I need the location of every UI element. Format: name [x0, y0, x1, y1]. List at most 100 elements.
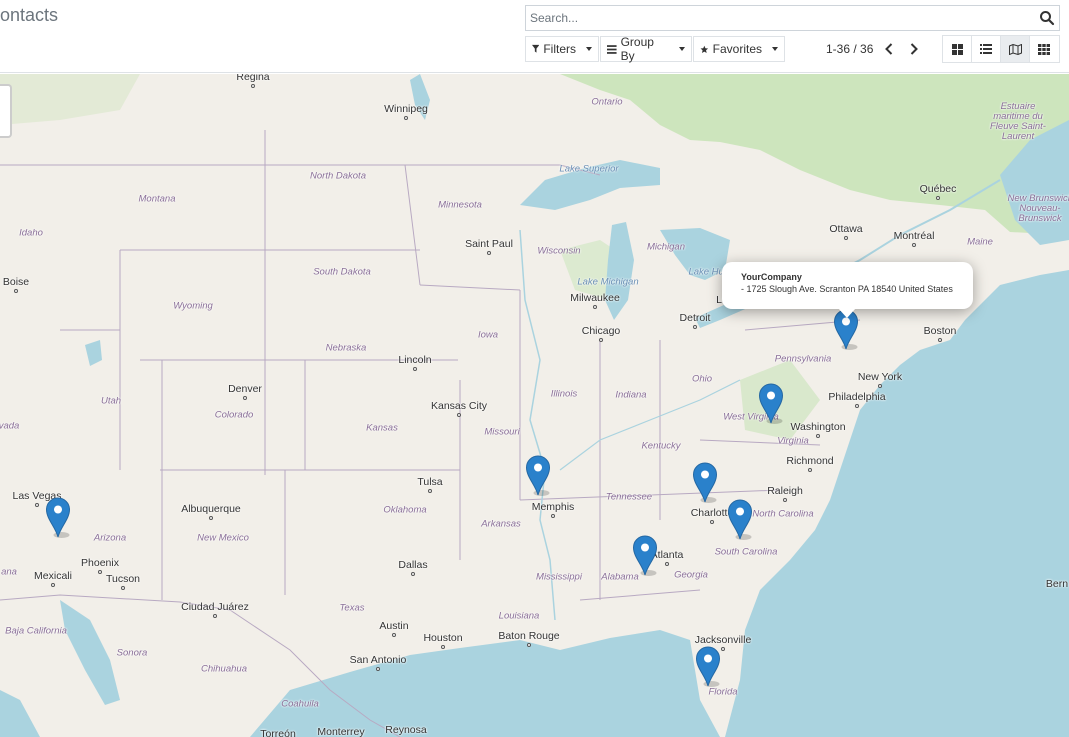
- region-label: vada: [0, 420, 20, 432]
- city-label: Saint Paul: [465, 238, 513, 250]
- list-view-button[interactable]: [972, 36, 1001, 62]
- city-label: Ottawa: [829, 223, 863, 235]
- city-dot: [693, 325, 697, 329]
- region-label: Montana: [138, 193, 176, 205]
- city-label: Regina: [236, 74, 270, 83]
- region-label: Virginia: [777, 435, 809, 447]
- search-box: [525, 5, 1060, 31]
- region-label: Wyoming: [173, 300, 213, 312]
- kanban-view-button[interactable]: [943, 36, 972, 62]
- city-label: Philadelphia: [828, 391, 886, 403]
- city-label: Reynosa: [385, 724, 427, 736]
- map-view-button[interactable]: [1001, 36, 1030, 62]
- map-marker-pin[interactable]: [45, 497, 71, 538]
- map-marker-pin[interactable]: [525, 455, 551, 496]
- favorites-label: Favorites: [712, 42, 762, 56]
- filters-button[interactable]: Filters: [525, 36, 599, 62]
- city-dot: [392, 633, 396, 637]
- city-label: Memphis: [531, 501, 575, 513]
- city-dot: [98, 570, 102, 574]
- city-label: Austin: [379, 620, 409, 632]
- city-dot: [209, 516, 213, 520]
- region-label: Michigan: [646, 241, 686, 253]
- city-label: Denver: [228, 383, 262, 395]
- caret-down-icon: [586, 47, 592, 51]
- city-label: Bern: [1045, 578, 1069, 590]
- region-label: Ohio: [691, 373, 713, 385]
- city-label: Dallas: [398, 559, 428, 571]
- city-label: Chicago: [581, 325, 621, 337]
- list-icon: [980, 44, 992, 54]
- control-panel: ontacts Filters Group By Favorites 1-36 …: [0, 0, 1069, 73]
- city-dot: [878, 384, 882, 388]
- map-marker-pin[interactable]: [632, 535, 658, 576]
- region-label: Missouri: [484, 426, 520, 438]
- city-dot: [457, 413, 461, 417]
- search-input[interactable]: [526, 6, 1031, 30]
- star-icon: [700, 45, 709, 53]
- map-popup[interactable]: YourCompany - 1725 Slough Ave. Scranton …: [722, 262, 973, 318]
- region-label: Minnesota: [438, 199, 482, 211]
- pager-next-button[interactable]: [904, 40, 924, 58]
- favorites-button[interactable]: Favorites: [693, 36, 785, 62]
- ohio-river: [559, 379, 741, 471]
- region-label: Pennsylvania: [774, 353, 832, 365]
- city-label: Detroit: [679, 312, 711, 324]
- city-dot: [936, 196, 940, 200]
- region-label: Estuaire maritime du Fleuve Saint-Lauren…: [990, 101, 1046, 142]
- region-label: Baja California: [5, 625, 67, 637]
- map-marker-pin[interactable]: [695, 646, 721, 687]
- region-label: Wisconsin: [537, 245, 581, 257]
- pager-previous-button[interactable]: [879, 40, 899, 58]
- popup-address: - 1725 Slough Ave. Scranton PA 18540 Uni…: [741, 284, 953, 294]
- region-label: Tennessee: [605, 491, 653, 503]
- city-dot: [441, 645, 445, 649]
- breadcrumb[interactable]: ontacts: [0, 5, 200, 26]
- city-label: Québec: [919, 183, 957, 195]
- city-dot: [527, 643, 531, 647]
- mississippi-river: [519, 229, 556, 621]
- map-marker-pin[interactable]: [727, 499, 753, 540]
- search-icon[interactable]: [1039, 10, 1055, 26]
- filter-icon: [532, 44, 540, 53]
- city-label: Milwaukee: [570, 292, 620, 304]
- city-dot: [376, 667, 380, 671]
- region-label: North Dakota: [310, 170, 366, 182]
- zoom-control[interactable]: [0, 84, 12, 138]
- pager-value[interactable]: 1-36 / 36: [826, 42, 873, 56]
- grid-view-button[interactable]: [1030, 36, 1059, 62]
- city-label: Richmond: [786, 455, 834, 467]
- city-label: Mexicali: [34, 570, 72, 582]
- city-label: Monterrey: [317, 726, 365, 737]
- region-label: South Dakota: [313, 266, 371, 278]
- city-label: Tulsa: [417, 476, 443, 488]
- city-dot: [665, 562, 669, 566]
- region-label: Nebraska: [325, 342, 367, 354]
- region-label: Utah: [100, 395, 122, 407]
- region-label: Ontario: [591, 96, 623, 108]
- atlantic-ocean: [725, 270, 1069, 737]
- city-label: Houston: [423, 632, 463, 644]
- region-label: Louisiana: [498, 610, 540, 622]
- group-by-button[interactable]: Group By: [600, 35, 692, 63]
- city-dot: [487, 251, 491, 255]
- city-label: San Antonio: [349, 654, 407, 666]
- great-salt-lake: [85, 340, 102, 366]
- region-label: Colorado: [214, 409, 254, 421]
- region-label: New Brunswick Nouveau-Brunswick: [1007, 193, 1069, 224]
- city-label: Winnipeg: [384, 103, 428, 115]
- city-dot: [35, 503, 39, 507]
- map-marker-pin[interactable]: [758, 383, 784, 424]
- region-label: Georgia: [674, 569, 708, 581]
- city-label: Albuquerque: [181, 503, 241, 515]
- gulf-of-mexico: [250, 630, 720, 737]
- map-marker-pin[interactable]: [692, 462, 718, 503]
- water-label: Lake Michigan: [577, 276, 639, 288]
- map-view[interactable]: Regina Winnipeg Québec Ottawa Montréal Saint …: [0, 74, 1069, 737]
- popup-title: YourCompany: [741, 272, 802, 282]
- city-dot: [816, 434, 820, 438]
- caret-down-icon: [679, 47, 685, 51]
- region-label: Oklahoma: [383, 504, 427, 516]
- region-label: ana: [1, 566, 17, 578]
- city-label: Jacksonville: [694, 634, 752, 646]
